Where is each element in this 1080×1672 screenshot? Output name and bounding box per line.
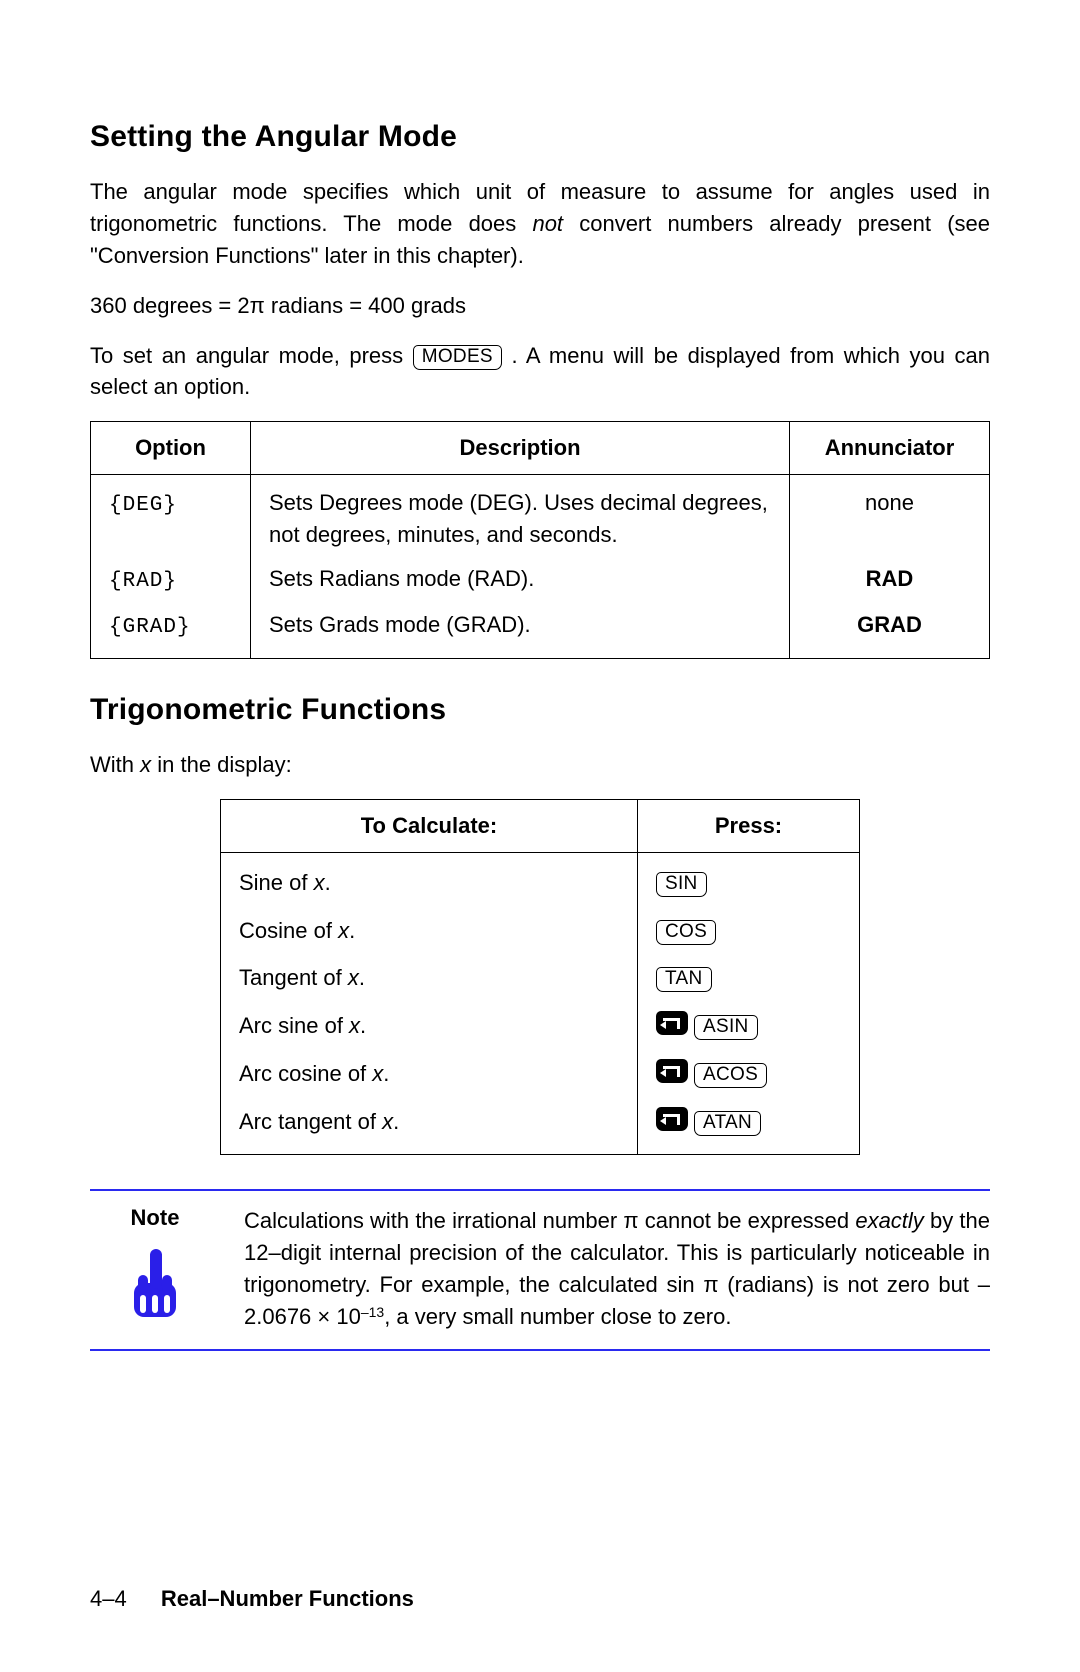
key-modes: MODES [413,345,502,370]
text: To set an angular mode, press [90,343,413,368]
text: . [349,918,355,943]
col-press: Press: [638,799,860,852]
table-row: Tangent of x. TAN [221,954,860,1002]
table-header-row: To Calculate: Press: [221,799,860,852]
table-angular-modes: Option Description Annunciator {DEG} Set… [90,421,990,659]
note-label: Note [90,1205,220,1231]
heading-angular-mode: Setting the Angular Mode [90,120,990,154]
text: Calculations with the irrational number … [244,1208,855,1233]
variable-x: x [382,1109,393,1134]
col-option: Option [91,422,251,475]
table-row: Arc tangent of x. ATAN [221,1098,860,1154]
text: Tangent of [239,965,348,990]
text: . [393,1109,399,1134]
table-trig-keys: To Calculate: Press: Sine of x. SIN Cosi… [220,799,860,1155]
para-with-x: With x in the display: [90,749,990,781]
note-block: Note Ca [90,1189,990,1351]
key-sin: SIN [656,872,707,897]
option-deg: {DEG} [109,494,177,517]
key-asin: ASIN [694,1015,758,1040]
key-acos: ACOS [694,1063,767,1088]
option-rad: {RAD} [109,570,177,593]
press-cell: TAN [638,954,860,1002]
text: . [325,870,331,895]
calc-label: Arc cosine of x. [221,1050,638,1098]
heading-trig-functions: Trigonometric Functions [90,693,990,727]
press-cell: ACOS [638,1050,860,1098]
table-row: Sine of x. SIN [221,852,860,906]
key-cos: COS [656,920,716,945]
calc-label: Arc sine of x. [221,1002,638,1050]
text: . [359,965,365,990]
text-italic-exactly: exactly [855,1208,923,1233]
table-header-row: Option Description Annunciator [91,422,990,475]
option-grad: {GRAD} [109,616,191,639]
desc-rad: Sets Radians mode (RAD). [251,557,790,603]
chapter-title: Real–Number Functions [161,1586,414,1611]
variable-x: x [349,1013,360,1038]
text-italic-not: not [532,211,563,236]
desc-grad: Sets Grads mode (GRAD). [251,603,790,658]
table-row: {GRAD} Sets Grads mode (GRAD). GRAD [91,603,990,658]
table-row: Cosine of x. COS [221,907,860,955]
page-number: 4–4 [90,1586,127,1611]
pointing-hand-icon [90,1245,220,1330]
press-cell: SIN [638,852,860,906]
annunciator-rad: RAD [790,557,990,603]
col-calculate: To Calculate: [221,799,638,852]
calc-label: Tangent of x. [221,954,638,1002]
superscript: –13 [361,1304,384,1320]
variable-x: x [140,752,151,777]
table-row: {RAD} Sets Radians mode (RAD). RAD [91,557,990,603]
page-footer: 4–4 Real–Number Functions [90,1586,414,1612]
key-atan: ATAN [694,1111,761,1136]
shift-key-icon [656,1059,688,1083]
note-body: Calculations with the irrational number … [244,1205,990,1333]
text: , a very small number close to zero. [384,1304,731,1329]
calc-label: Arc tangent of x. [221,1098,638,1154]
text: Arc sine of [239,1013,349,1038]
text: Arc tangent of [239,1109,382,1134]
variable-x: x [348,965,359,990]
calc-label: Sine of x. [221,852,638,906]
para-angular-intro: The angular mode specifies which unit of… [90,176,990,272]
calc-label: Cosine of x. [221,907,638,955]
text: With [90,752,140,777]
text: . [360,1013,366,1038]
variable-x: x [338,918,349,943]
press-cell: ASIN [638,1002,860,1050]
text: Arc cosine of [239,1061,372,1086]
text: Sine of [239,870,314,895]
table-row: Arc sine of x. ASIN [221,1002,860,1050]
variable-x: x [372,1061,383,1086]
col-description: Description [251,422,790,475]
shift-key-icon [656,1011,688,1035]
text: . [383,1061,389,1086]
table-row: Arc cosine of x. ACOS [221,1050,860,1098]
para-press-modes: To set an angular mode, press MODES . A … [90,340,990,404]
annunciator-deg: none [790,475,990,557]
text: Cosine of [239,918,338,943]
col-annunciator: Annunciator [790,422,990,475]
annunciator-grad: GRAD [790,603,990,658]
para-equivalence: 360 degrees = 2π radians = 400 grads [90,290,990,322]
press-cell: ATAN [638,1098,860,1154]
text: in the display: [151,752,292,777]
variable-x: x [314,870,325,895]
press-cell: COS [638,907,860,955]
shift-key-icon [656,1107,688,1131]
desc-deg: Sets Degrees mode (DEG). Uses decimal de… [251,475,790,557]
table-row: {DEG} Sets Degrees mode (DEG). Uses deci… [91,475,990,557]
key-tan: TAN [656,967,712,992]
